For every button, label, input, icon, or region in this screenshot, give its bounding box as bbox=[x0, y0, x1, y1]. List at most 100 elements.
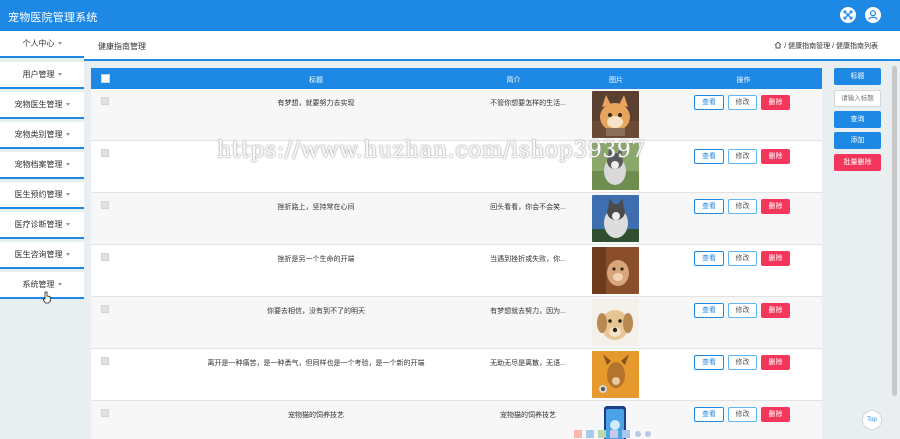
husky-grass-image bbox=[592, 143, 639, 190]
user-icon[interactable] bbox=[865, 7, 881, 23]
row-title: 离开是一种痛苦，是一种勇气，但同样也是一个考验，是一个新的开端 bbox=[207, 360, 425, 367]
query-button[interactable]: 查询 bbox=[834, 111, 881, 128]
table-row: 挫折是另一个生命的开端 当遇到挫折或失败，你... 查看 修改 删除 bbox=[91, 245, 822, 297]
chevron-down-icon bbox=[65, 133, 70, 137]
row-checkbox[interactable] bbox=[101, 305, 109, 313]
delete-button[interactable]: 删除 bbox=[761, 251, 790, 266]
sidebar-item-users[interactable]: 用户管理 bbox=[0, 62, 84, 89]
breadcrumb-item-guide-management[interactable]: 健康指南管理 bbox=[788, 43, 830, 50]
view-button[interactable]: 查看 bbox=[694, 199, 724, 214]
delete-button[interactable]: 删除 bbox=[761, 303, 790, 318]
row-checkbox[interactable] bbox=[101, 409, 109, 417]
table-row: 离开是一种痛苦，是一种勇气，但同样也是一个考验，是一个新的开端 无助无尽是离散，… bbox=[91, 349, 822, 401]
sidebar-item-appointments[interactable]: 医生预约管理 bbox=[0, 182, 84, 209]
edit-button[interactable]: 修改 bbox=[728, 355, 757, 370]
scrollbar-thumb[interactable] bbox=[892, 66, 897, 396]
edit-button[interactable]: 修改 bbox=[728, 303, 757, 318]
sidebar-item-label: 医疗诊断管理 bbox=[14, 220, 63, 229]
row-checkbox[interactable] bbox=[101, 149, 109, 157]
sidebar-item-pet-doctors[interactable]: 宠物医生管理 bbox=[0, 92, 84, 119]
sidebar-item-label: 医生预约管理 bbox=[14, 190, 63, 199]
delete-button[interactable]: 删除 bbox=[761, 149, 790, 164]
page-header: 健康指南管理 / 健康指南管理 / 健康指南列表 bbox=[84, 31, 900, 61]
floating-toolbar bbox=[574, 430, 651, 438]
row-title: 挫折路上，坚持常在心间 bbox=[277, 204, 355, 211]
table-row: 宠物猫的饲养技艺 宠物猫的饲养技艺 查看 修改 删除 bbox=[91, 401, 822, 439]
cat-image bbox=[592, 91, 639, 138]
edit-button[interactable]: 修改 bbox=[728, 149, 757, 164]
brown-dog-image bbox=[592, 247, 639, 294]
chevron-down-icon bbox=[65, 193, 70, 197]
sidebar-item-personal-center[interactable]: 个人中心 bbox=[0, 31, 84, 58]
sidebar-item-pet-categories[interactable]: 宠物类别管理 bbox=[0, 122, 84, 149]
chevron-down-icon bbox=[65, 163, 70, 167]
row-intro: 回头看看，你会不会笑... bbox=[490, 204, 566, 211]
row-intro: 无助无尽是离散，无语... bbox=[490, 360, 566, 367]
batch-delete-button[interactable]: 批量删除 bbox=[834, 154, 881, 171]
home-icon[interactable] bbox=[774, 41, 782, 49]
row-checkbox[interactable] bbox=[101, 201, 109, 209]
app-title: 宠物医院管理系统 bbox=[8, 12, 98, 24]
column-header-intro: 简介 bbox=[506, 77, 521, 84]
breadcrumb-sep: / bbox=[784, 43, 787, 50]
hand-cursor-icon bbox=[42, 291, 51, 304]
view-button[interactable]: 查看 bbox=[694, 95, 724, 110]
sidebar-item-label: 系统管理 bbox=[22, 280, 55, 289]
table-row: 挫折路上，坚持常在心间 回头看看，你会不会笑... 查看 修改 删除 bbox=[91, 193, 822, 245]
sidebar-item-label: 医生咨询管理 bbox=[14, 250, 63, 259]
sidebar-item-label: 宠物医生管理 bbox=[14, 100, 63, 109]
view-button[interactable]: 查看 bbox=[694, 303, 724, 318]
row-intro: 有梦想就去努力，因为... bbox=[490, 308, 566, 315]
delete-button[interactable]: 删除 bbox=[761, 199, 790, 214]
dog-orange-image bbox=[592, 351, 639, 398]
view-button[interactable]: 查看 bbox=[694, 355, 724, 370]
row-title: 挫折是另一个生命的开端 bbox=[277, 256, 355, 263]
column-header-action: 操作 bbox=[736, 77, 751, 84]
chevron-down-icon bbox=[65, 253, 70, 257]
row-checkbox[interactable] bbox=[101, 357, 109, 365]
sidebar-item-pet-records[interactable]: 宠物档案管理 bbox=[0, 152, 84, 179]
husky-sky-image bbox=[592, 195, 639, 242]
row-checkbox[interactable] bbox=[101, 253, 109, 261]
page-scrollbar[interactable] bbox=[891, 62, 898, 439]
view-button[interactable]: 查看 bbox=[694, 407, 724, 422]
breadcrumb-sep: / bbox=[832, 43, 835, 50]
puppy-image bbox=[592, 299, 639, 346]
delete-button[interactable]: 删除 bbox=[761, 407, 790, 422]
edit-button[interactable]: 修改 bbox=[728, 407, 757, 422]
sidebar-item-label: 个人中心 bbox=[22, 39, 55, 48]
chevron-down-icon bbox=[57, 42, 62, 46]
chevron-down-icon bbox=[57, 283, 62, 287]
view-button[interactable]: 查看 bbox=[694, 251, 724, 266]
table-row: 查看 修改 删除 bbox=[91, 141, 822, 193]
fullscreen-icon[interactable] bbox=[840, 7, 856, 23]
title-label: 标题 bbox=[834, 68, 881, 85]
page-title: 健康指南管理 bbox=[98, 42, 146, 51]
sidebar-item-consultation[interactable]: 医生咨询管理 bbox=[0, 242, 84, 269]
chevron-down-icon bbox=[65, 103, 70, 107]
edit-button[interactable]: 修改 bbox=[728, 251, 757, 266]
sidebar: 个人中心 用户管理 宠物医生管理 宠物类别管理 宠物档案管理 医生预约管理 医疗… bbox=[0, 31, 84, 439]
column-header-title: 标题 bbox=[309, 77, 323, 84]
row-intro: 当遇到挫折或失败，你... bbox=[490, 256, 566, 263]
breadcrumb: / 健康指南管理 / 健康指南列表 bbox=[774, 41, 878, 51]
guide-table: 标题 简介 图片 操作 有梦想，就要努力去实现 不管你想要怎样的生活... 查看… bbox=[91, 68, 822, 439]
sidebar-item-diagnosis[interactable]: 医疗诊断管理 bbox=[0, 212, 84, 239]
sidebar-item-label: 宠物类别管理 bbox=[14, 130, 63, 139]
chevron-down-icon bbox=[57, 73, 62, 77]
add-button[interactable]: 添加 bbox=[834, 132, 881, 149]
back-to-top-button[interactable]: Top bbox=[862, 410, 882, 430]
edit-button[interactable]: 修改 bbox=[728, 199, 757, 214]
edit-button[interactable]: 修改 bbox=[728, 95, 757, 110]
row-checkbox[interactable] bbox=[101, 97, 109, 105]
delete-button[interactable]: 删除 bbox=[761, 355, 790, 370]
sidebar-item-label: 用户管理 bbox=[22, 70, 55, 79]
column-header-image: 图片 bbox=[609, 77, 623, 84]
table-header: 标题 简介 图片 操作 bbox=[91, 68, 822, 89]
view-button[interactable]: 查看 bbox=[694, 149, 724, 164]
chevron-down-icon bbox=[65, 223, 70, 227]
title-search-input[interactable] bbox=[834, 90, 881, 107]
delete-button[interactable]: 删除 bbox=[761, 95, 790, 110]
table-row: 有梦想，就要努力去实现 不管你想要怎样的生活... 查看 修改 删除 bbox=[91, 89, 822, 141]
select-all-checkbox[interactable] bbox=[101, 74, 110, 83]
